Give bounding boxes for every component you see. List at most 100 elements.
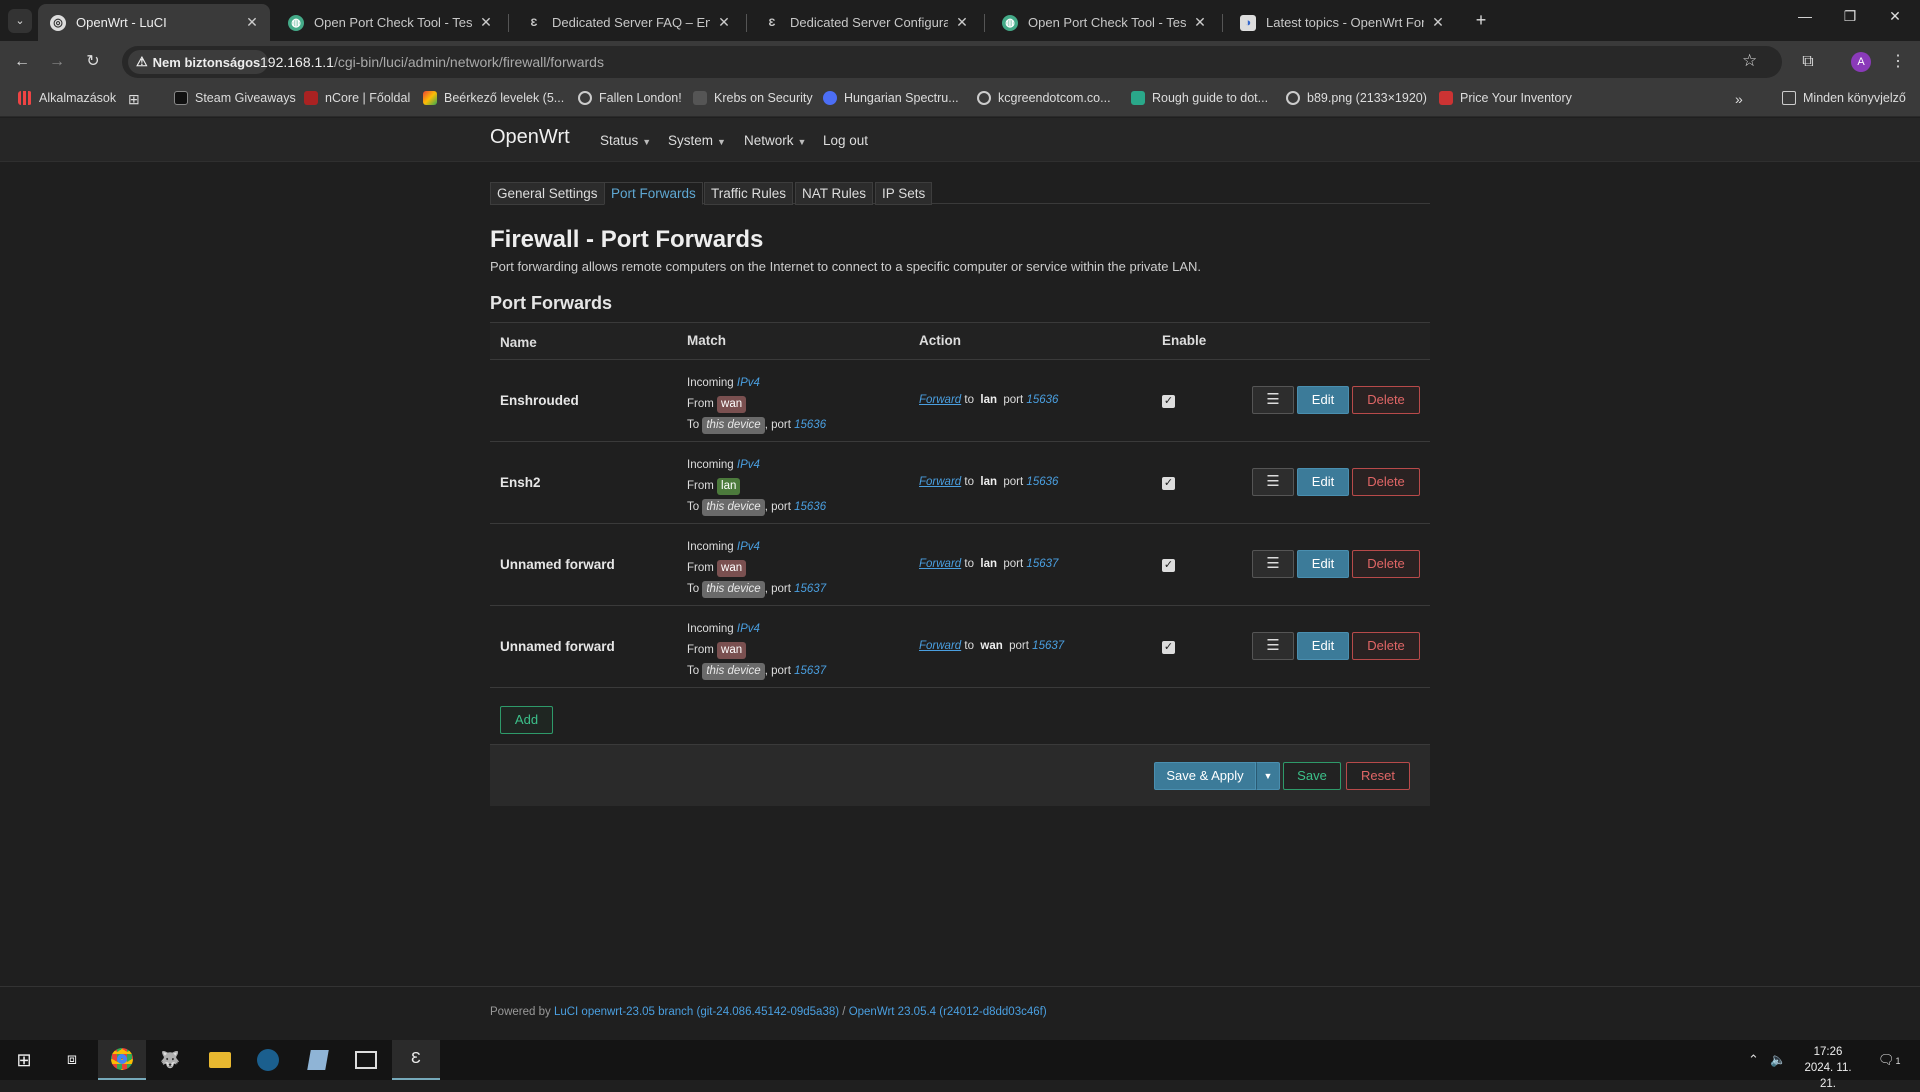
enable-checkbox[interactable]: ✓ [1162,641,1175,654]
save-apply-dropdown-icon[interactable]: ▼ [1256,762,1280,790]
bookmark-price-inventory[interactable]: Price Your Inventory [1439,91,1572,105]
profile-avatar[interactable]: A [1851,52,1871,72]
device-badge: this device [702,581,765,598]
browser-menu-icon[interactable]: ⋮ [1886,50,1910,74]
file-explorer-taskbar-icon[interactable] [196,1040,244,1080]
windows-taskbar: ⊞ ⧈ 🐺 Ɛ ⌃ 🔈 17:26 2024. 11. 21. 🗨1 [0,1040,1920,1090]
save-button[interactable]: Save [1283,762,1341,790]
bookmark-krebs[interactable]: Krebs on Security [693,91,813,105]
windows-start-icon[interactable]: ⊞ [0,1040,48,1080]
menu-network[interactable]: Network ▼ [744,133,806,148]
more-bookmarks-icon[interactable]: » [1735,91,1743,107]
bookmark-b89[interactable]: b89.png (2133×1920) [1286,91,1427,105]
add-button[interactable]: Add [500,706,553,734]
notes-app-taskbar-icon[interactable] [294,1040,342,1080]
browser-tab-enshrouded-config[interactable]: Ɛ Dedicated Server Configuration ✕ [752,4,980,41]
browser-tab-openwrt[interactable]: ◎ OpenWrt - LuCI ✕ [38,4,270,41]
minimize-icon[interactable]: — [1790,8,1820,32]
steam-taskbar-icon[interactable] [244,1040,292,1080]
address-bar[interactable]: ⚠ Nem biztonságos 192.168.1.1/cgi-bin/lu… [122,46,1782,78]
bookmark-rough-guide[interactable]: Rough guide to dot... [1131,91,1268,105]
enable-checkbox[interactable]: ✓ [1162,559,1175,572]
brand-logo[interactable]: OpenWrt [490,126,570,149]
close-tab-icon[interactable]: ✕ [478,14,494,31]
browser-tab-portcheck-1[interactable]: ◍ Open Port Check Tool - Test Por ✕ [276,4,504,41]
save-apply-button[interactable]: Save & Apply [1154,762,1256,790]
edit-button[interactable]: Edit [1297,550,1349,578]
edit-button[interactable]: Edit [1297,632,1349,660]
menu-logout[interactable]: Log out [823,133,868,148]
close-tab-icon[interactable]: ✕ [716,14,732,31]
browser-tab-openwrt-forum[interactable]: ◑ Latest topics - OpenWrt Forum ✕ [1228,4,1456,41]
incoming-label: Incoming [687,623,734,635]
forward-icon[interactable]: → [45,50,69,74]
url-text[interactable]: 192.168.1.1/cgi-bin/luci/admin/network/f… [260,54,604,70]
tab-search-icon[interactable]: ⌄ [8,9,32,33]
to-word: to [964,476,974,488]
enable-checkbox[interactable]: ✓ [1162,395,1175,408]
drag-handle-button[interactable]: ☰ [1252,386,1294,414]
bookmark-folder-all[interactable]: Minden könyvjelző [1782,91,1906,105]
bookmark-apps[interactable]: Alkalmazások [18,91,116,105]
menu-system[interactable]: System ▼ [668,133,726,148]
delete-button[interactable]: Delete [1352,632,1420,660]
taskbar-clock[interactable]: 17:26 2024. 11. 21. [1796,1044,1860,1092]
reload-icon[interactable]: ↻ [81,50,105,74]
bookmark-fallen-london[interactable]: Fallen London! [578,91,682,105]
tab-port-forwards[interactable]: Port Forwards [604,182,703,205]
browser-tab-enshrouded-faq[interactable]: Ɛ Dedicated Server FAQ – Enshrou ✕ [514,4,742,41]
action-type: Forward [919,640,962,652]
incoming-label: Incoming [687,377,734,389]
delete-button[interactable]: Delete [1352,550,1420,578]
delete-button[interactable]: Delete [1352,468,1420,496]
chrome-taskbar-icon[interactable] [98,1040,146,1080]
menu-status[interactable]: Status ▼ [600,133,651,148]
bookmark-star-icon[interactable]: ☆ [1742,51,1757,71]
close-window-icon[interactable]: ✕ [1880,8,1910,32]
security-chip[interactable]: ⚠ Nem biztonságos [128,50,269,74]
drag-handle-button[interactable]: ☰ [1252,550,1294,578]
action-type: Forward [919,558,962,570]
incoming-label: Incoming [687,459,734,471]
window-app-taskbar-icon[interactable] [342,1040,390,1080]
close-tab-icon[interactable]: ✕ [244,14,260,31]
extensions-icon[interactable]: ⧉ [1796,50,1820,74]
globe-favicon-icon: ◍ [1002,14,1018,31]
page-actions: Save & Apply ▼ Save Reset [490,744,1430,806]
tab-ip-sets[interactable]: IP Sets [875,182,933,205]
delete-button[interactable]: Delete [1352,386,1420,414]
new-tab-button[interactable]: + [1468,9,1494,33]
edit-button[interactable]: Edit [1297,468,1349,496]
restore-icon[interactable]: ❐ [1835,8,1865,32]
back-icon[interactable]: ← [10,50,34,74]
bookmark-gmail[interactable]: Beérkező levelek (5... [423,91,564,105]
bookmark-steam-giveaways[interactable]: Steam Giveaways [174,91,296,105]
tab-traffic-rules[interactable]: Traffic Rules [704,182,794,205]
wolf-app-taskbar-icon[interactable]: 🐺 [146,1040,194,1080]
luci-version-link[interactable]: LuCI openwrt-23.05 branch (git-24.086.45… [554,1006,839,1018]
tab-nat-rules[interactable]: NAT Rules [795,182,874,205]
rule-name: Unnamed forward [500,639,615,654]
tray-expand-icon[interactable]: ⌃ [1748,1052,1759,1068]
task-view-icon[interactable]: ⧈ [48,1040,96,1080]
enable-checkbox[interactable]: ✓ [1162,477,1175,490]
close-tab-icon[interactable]: ✕ [1192,14,1208,31]
close-tab-icon[interactable]: ✕ [1430,14,1446,31]
notification-center-icon[interactable]: 🗨1 [1878,1052,1901,1068]
edit-button[interactable]: Edit [1297,386,1349,414]
bookmark-ncore[interactable]: nCore | Főoldal [304,91,410,105]
browser-tab-portcheck-2[interactable]: ◍ Open Port Check Tool - Test Por ✕ [990,4,1218,41]
bookmark-kcgreen[interactable]: kcgreendotcom.co... [977,91,1111,105]
enshrouded-taskbar-icon[interactable]: Ɛ [392,1040,440,1080]
reset-button[interactable]: Reset [1346,762,1410,790]
close-tab-icon[interactable]: ✕ [954,14,970,31]
drag-handle-button[interactable]: ☰ [1252,632,1294,660]
tab-general-settings[interactable]: General Settings [490,182,605,205]
bookmark-hungarian-spectrum[interactable]: Hungarian Spectru... [823,91,959,105]
drag-handle-button[interactable]: ☰ [1252,468,1294,496]
tab-groups-icon[interactable]: ⊞ [128,91,140,108]
device-badge: this device [702,663,765,680]
volume-icon[interactable]: 🔈 [1770,1052,1786,1068]
openwrt-version-link[interactable]: OpenWrt 23.05.4 (r24012-d8dd03c46f) [849,1006,1047,1018]
dest-zone: wan [980,640,1003,652]
